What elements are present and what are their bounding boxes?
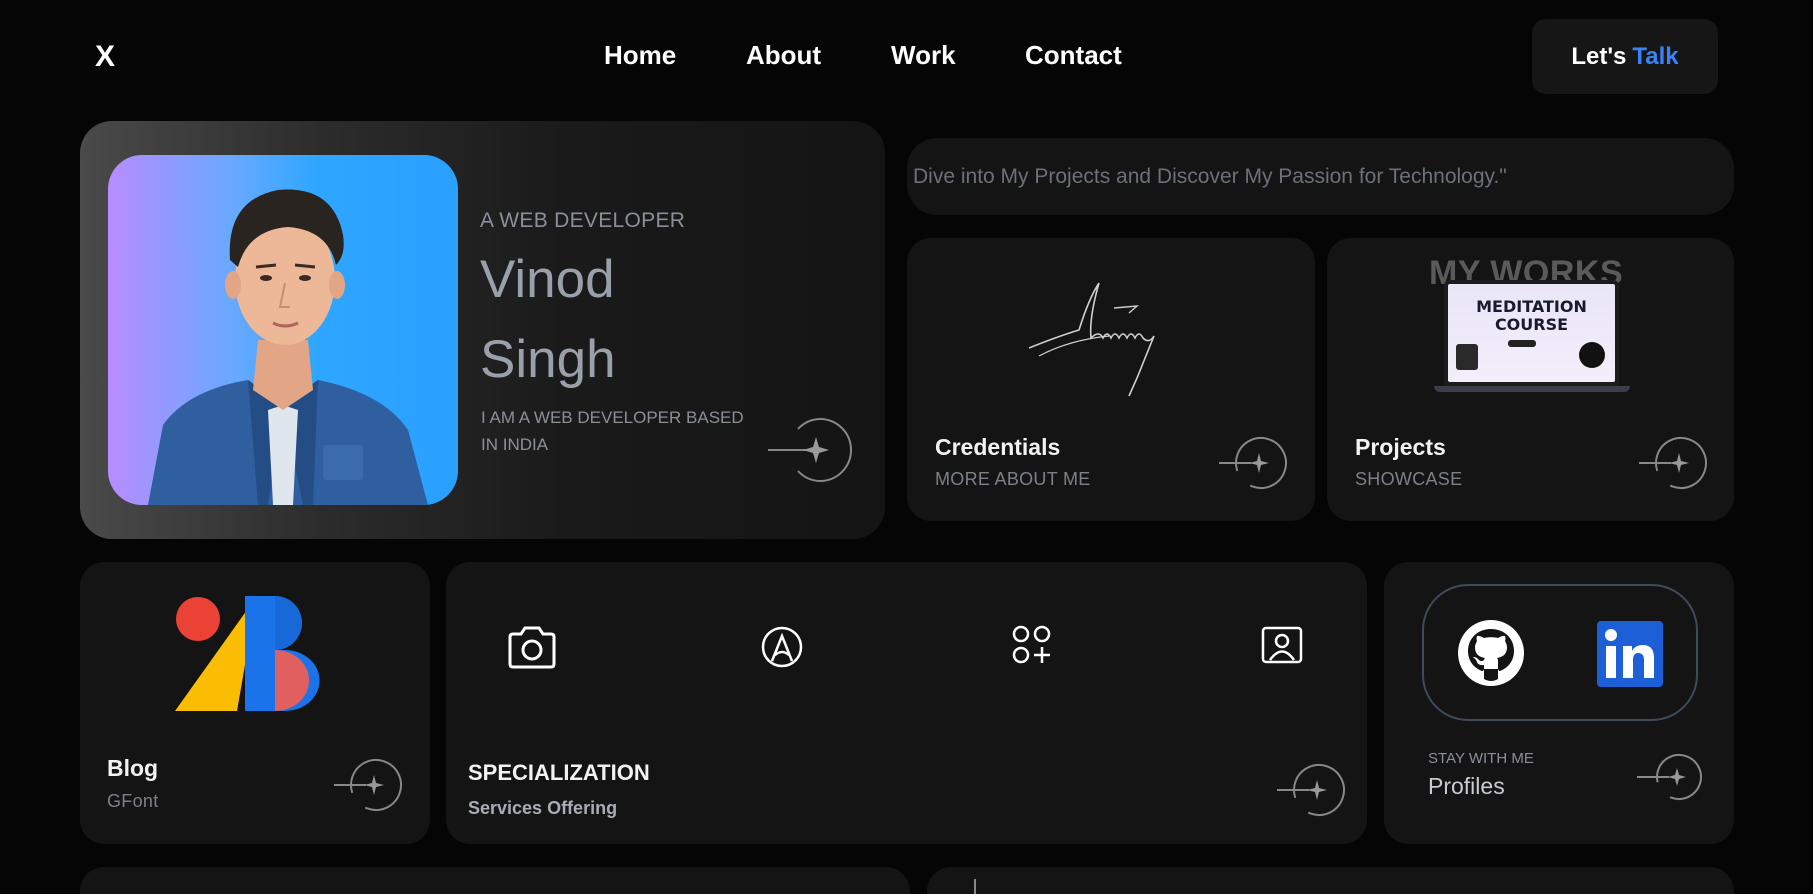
star-arrow-icon[interactable] (1219, 434, 1289, 492)
credentials-title: Credentials (935, 434, 1061, 460)
bottom-card-left (80, 867, 910, 894)
bottom-card-right (927, 867, 1734, 894)
star-arrow-icon[interactable] (334, 756, 404, 814)
social-links-pill (1422, 584, 1698, 721)
star-arrow-icon[interactable] (1277, 761, 1347, 819)
blog-card[interactable]: Blog GFont (80, 562, 430, 844)
text-cursor (974, 879, 976, 894)
credentials-subtitle: MORE ABOUT ME (935, 469, 1091, 489)
star-arrow-icon[interactable] (1639, 434, 1709, 492)
blog-title: Blog (107, 755, 159, 781)
person-illustration (148, 189, 428, 505)
hero-card[interactable]: A WEB DEVELOPER Vinod Singh I AM A WEB D… (80, 121, 885, 539)
nav-about[interactable]: About (746, 40, 821, 71)
projects-subtitle: SHOWCASE (1355, 469, 1463, 489)
hero-description: I AM A WEB DEVELOPER BASED IN INDIA (481, 408, 744, 454)
nav-contact[interactable]: Contact (1025, 40, 1122, 71)
hero-last-name: Singh (480, 330, 616, 389)
hero-first-name: Vinod (480, 250, 615, 309)
specialization-subtitle: Services Offering (468, 798, 618, 818)
projects-title: Projects (1355, 434, 1446, 460)
hero-role: A WEB DEVELOPER (480, 209, 686, 232)
mockup-title-line-2: COURSE (1494, 315, 1569, 334)
nav-home[interactable]: Home (604, 40, 676, 71)
cta-accent-label: Talk (1632, 42, 1679, 70)
cta-label: Let's (1571, 42, 1627, 70)
profiles-label: STAY WITH ME (1428, 750, 1534, 767)
camera-icon[interactable] (506, 625, 558, 669)
github-icon[interactable] (1457, 619, 1525, 687)
star-arrow-icon[interactable] (768, 415, 854, 485)
tagline-banner: Dive into My Projects and Discover My Pa… (907, 138, 1734, 215)
nav-work[interactable]: Work (891, 40, 956, 71)
portrait-frame-icon[interactable] (1260, 625, 1304, 665)
profiles-title: Profiles (1428, 773, 1505, 799)
design-pen-icon[interactable] (760, 625, 804, 669)
mockup-title-line-1: MEDITATION (1476, 297, 1587, 316)
tagline-text: Dive into My Projects and Discover My Pa… (913, 165, 1507, 188)
specialization-card[interactable]: SPECIALIZATION Services Offering (446, 562, 1367, 844)
signature-image (1028, 282, 1155, 397)
google-fonts-logo (175, 596, 320, 711)
laptop-mockup: MEDITATION COURSE (1434, 280, 1630, 395)
linkedin-icon[interactable] (1596, 620, 1664, 688)
logo[interactable]: X (95, 40, 115, 74)
profiles-card[interactable]: STAY WITH ME Profiles (1384, 562, 1734, 844)
apps-add-icon[interactable] (1012, 625, 1052, 665)
projects-card[interactable]: MY WORKS MEDITATION COURSE Projects SHOW… (1327, 238, 1734, 521)
star-arrow-icon[interactable] (1637, 748, 1707, 806)
credentials-card[interactable]: Credentials MORE ABOUT ME (907, 238, 1315, 521)
specialization-title: SPECIALIZATION (468, 760, 650, 785)
blog-subtitle: GFont (107, 791, 159, 811)
lets-talk-button[interactable]: Let's Talk (1532, 19, 1718, 94)
profile-photo (108, 155, 458, 505)
